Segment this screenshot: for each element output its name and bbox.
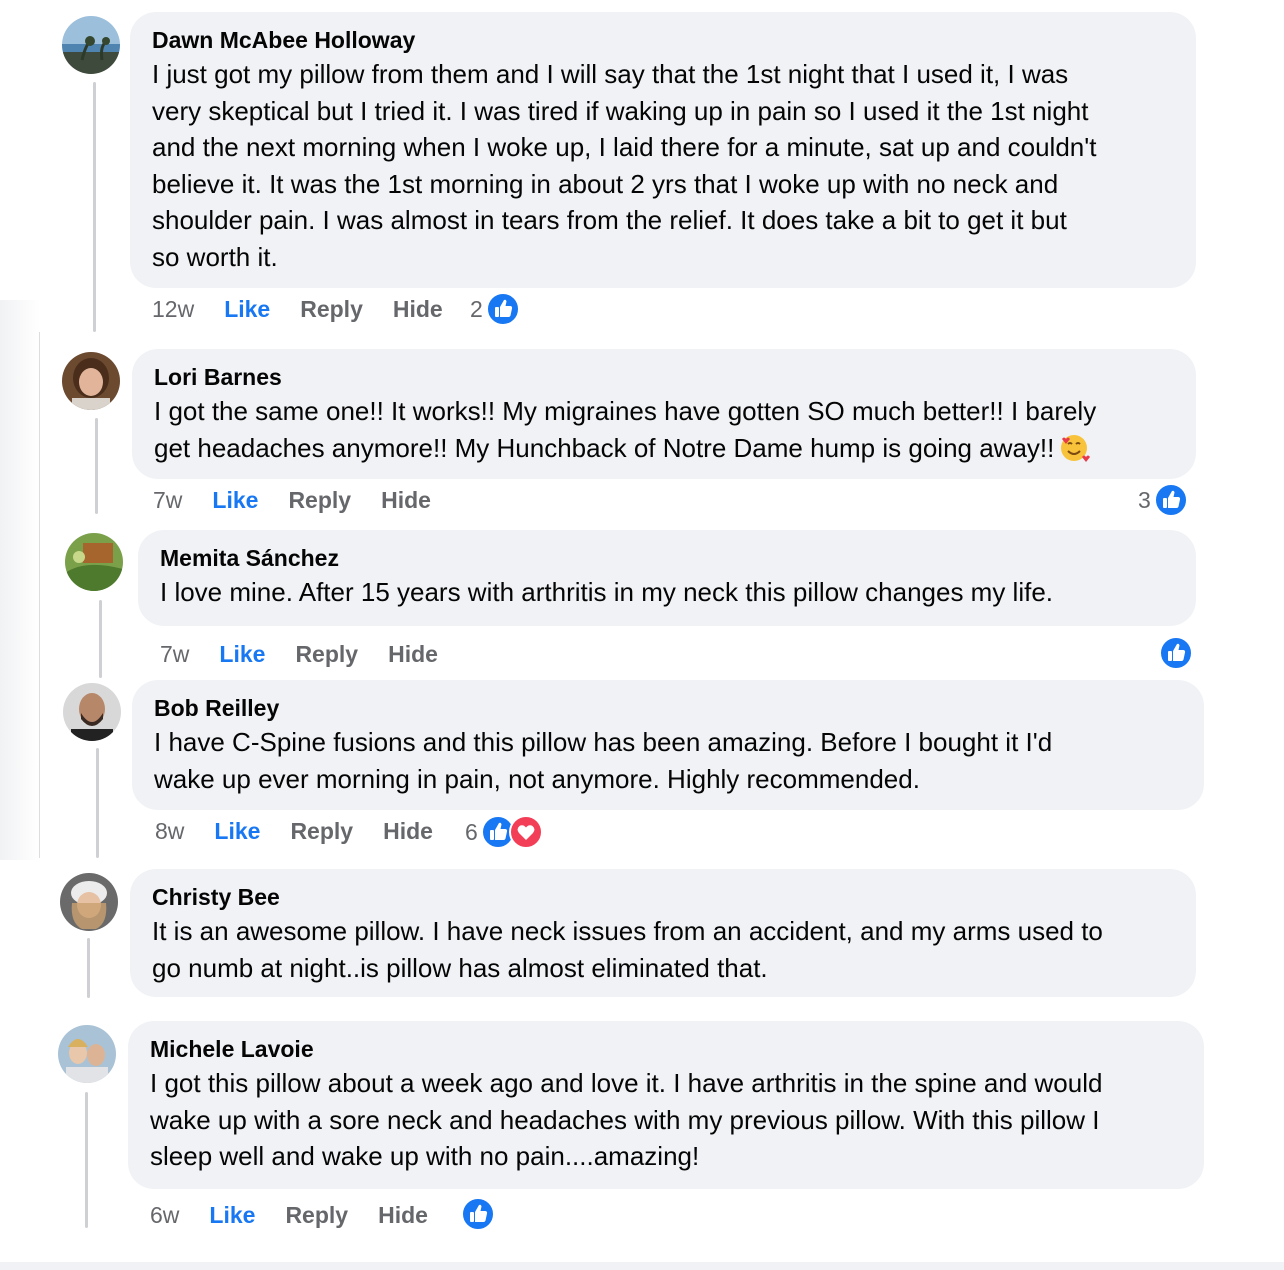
comment-actions: 7w Like Reply Hide [160, 637, 474, 671]
hide-button[interactable]: Hide [378, 1202, 428, 1229]
reaction-summary[interactable]: 6 [465, 815, 543, 849]
comment-timestamp[interactable]: 8w [155, 818, 184, 845]
thread-line [87, 938, 90, 998]
like-icon [485, 292, 520, 326]
bottom-divider [0, 1262, 1284, 1270]
comment-text: I just got my pillow from them and I wil… [152, 59, 1097, 272]
love-icon [508, 815, 543, 849]
reply-button[interactable]: Reply [288, 487, 351, 514]
avatar[interactable] [62, 16, 120, 74]
reply-button[interactable]: Reply [295, 641, 358, 668]
thread-line [93, 82, 96, 332]
comment-text: I got the same one!! It works!! My migra… [154, 393, 1174, 466]
like-icon [1153, 483, 1188, 517]
reply-button[interactable]: Reply [285, 1202, 348, 1229]
comment-actions: 6w Like Reply Hide [150, 1198, 464, 1232]
hide-button[interactable]: Hide [388, 641, 438, 668]
avatar[interactable] [60, 873, 118, 931]
hide-button[interactable]: Hide [383, 818, 433, 845]
like-icon [1159, 636, 1193, 670]
reaction-summary[interactable]: 2 [470, 292, 520, 326]
comment-author[interactable]: Memita Sánchez [160, 542, 1174, 574]
thread-line [99, 600, 102, 678]
avatar[interactable] [63, 683, 121, 741]
thread-line [85, 1092, 88, 1228]
avatar[interactable] [65, 533, 123, 591]
reaction-count: 2 [470, 295, 483, 322]
comment-timestamp[interactable]: 6w [150, 1202, 179, 1229]
comment-author[interactable]: Michele Lavoie [150, 1033, 1182, 1065]
comment-text: I love mine. After 15 years with arthrit… [160, 577, 1054, 607]
like-button[interactable]: Like [219, 641, 265, 668]
comment-text-body: I got the same one!! It works!! My migra… [154, 396, 1097, 463]
comment-timestamp[interactable]: 12w [152, 296, 194, 323]
like-button[interactable]: Like [214, 818, 260, 845]
comment-actions: 8w Like Reply Hide [155, 814, 469, 848]
reaction-summary[interactable]: 3 [1138, 483, 1188, 517]
like-button[interactable]: Like [209, 1202, 255, 1229]
like-icon [461, 1197, 495, 1231]
comment-timestamp[interactable]: 7w [160, 641, 189, 668]
reaction-count: 6 [465, 818, 478, 845]
comment-bubble: Bob Reilley I have C-Spine fusions and t… [132, 680, 1204, 810]
comment-bubble: Memita Sánchez I love mine. After 15 yea… [138, 530, 1196, 626]
comment-author[interactable]: Lori Barnes [154, 361, 1174, 393]
reply-button[interactable]: Reply [300, 296, 363, 323]
thread-line [95, 418, 98, 514]
comment-timestamp[interactable]: 7w [153, 487, 182, 514]
comment-author[interactable]: Bob Reilley [154, 692, 1182, 724]
like-button[interactable]: Like [212, 487, 258, 514]
comment-actions: 7w Like Reply Hide [153, 483, 467, 517]
comment-text: I got this pillow about a week ago and l… [150, 1068, 1103, 1171]
comment-bubble: Christy Bee It is an awesome pillow. I h… [130, 869, 1196, 997]
comment-author[interactable]: Dawn McAbee Holloway [152, 24, 1174, 56]
reaction-summary[interactable] [1156, 636, 1193, 670]
reaction-count: 3 [1138, 486, 1151, 513]
avatar[interactable] [58, 1025, 116, 1083]
hide-button[interactable]: Hide [393, 296, 443, 323]
hide-button[interactable]: Hide [381, 487, 431, 514]
thread-line [96, 748, 99, 858]
like-button[interactable]: Like [224, 296, 270, 323]
left-panel-shade [0, 300, 40, 860]
comment-text: I have C-Spine fusions and this pillow h… [154, 727, 1053, 794]
comment-bubble: Dawn McAbee Holloway I just got my pillo… [130, 12, 1196, 288]
comment-text: It is an awesome pillow. I have neck iss… [152, 916, 1103, 983]
smiling-face-with-hearts-emoji [1058, 431, 1091, 463]
comment-bubble: Lori Barnes I got the same one!! It work… [132, 349, 1196, 479]
reply-button[interactable]: Reply [290, 818, 353, 845]
comment-actions: 12w Like Reply Hide [152, 292, 479, 326]
reaction-summary[interactable] [458, 1197, 495, 1231]
avatar[interactable] [62, 352, 120, 410]
left-panel-edge [39, 332, 40, 858]
comment-author[interactable]: Christy Bee [152, 881, 1174, 913]
comment-bubble: Michele Lavoie I got this pillow about a… [128, 1021, 1204, 1189]
